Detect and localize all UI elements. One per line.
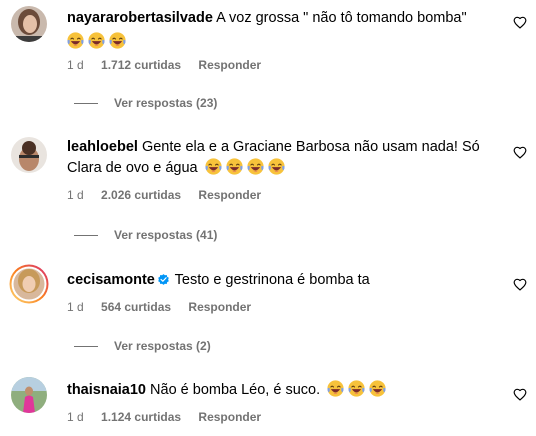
laughing-crying-emoji-icon (327, 380, 344, 397)
verified-badge-icon (158, 274, 169, 285)
comment-body: thaisnaia10 Não é bomba Léo, é suco. (67, 380, 497, 401)
laughing-crying-emoji-icon (348, 380, 365, 397)
view-replies-button[interactable]: Ver respostas (23) (74, 96, 217, 110)
likes-count[interactable]: 2.026 curtidas (101, 188, 181, 202)
comment-meta: 1 d 564 curtidas Responder (67, 300, 265, 314)
laughing-crying-emoji-icon (88, 32, 105, 49)
replies-divider (74, 346, 98, 348)
laughing-crying-emoji-icon (205, 158, 222, 175)
comment-meta: 1 d 2.026 curtidas Responder (67, 188, 275, 202)
comment-body: leahloebel Gente ela e a Graciane Barbos… (67, 137, 487, 179)
comment-body: nayararobertasilvade A voz grossa " não … (67, 8, 497, 53)
comment-meta: 1 d 1.124 curtidas Responder (67, 410, 275, 424)
username[interactable]: thaisnaia10 (67, 382, 146, 398)
reply-button[interactable]: Responder (198, 410, 261, 424)
view-replies-label: Ver respostas (2) (114, 339, 211, 353)
comment-meta: 1 d 1.712 curtidas Responder (67, 58, 275, 72)
timestamp: 1 d (67, 410, 84, 424)
view-replies-button[interactable]: Ver respostas (41) (74, 228, 217, 242)
username[interactable]: cecisamonte (67, 272, 155, 288)
replies-divider (74, 235, 98, 237)
comment-text: Não é bomba Léo, é suco. (150, 382, 321, 398)
likes-count[interactable]: 564 curtidas (101, 300, 171, 314)
username[interactable]: leahloebel (67, 139, 138, 155)
username[interactable]: nayararobertasilvade (67, 10, 213, 26)
laughing-crying-emoji-icon (67, 32, 84, 49)
likes-count[interactable]: 1.124 curtidas (101, 410, 181, 424)
laughing-crying-emoji-icon (369, 380, 386, 397)
reply-button[interactable]: Responder (198, 188, 261, 202)
timestamp: 1 d (67, 300, 84, 314)
view-replies-label: Ver respostas (41) (114, 228, 218, 242)
avatar[interactable] (11, 137, 47, 173)
avatar-with-story-ring[interactable] (9, 264, 49, 304)
timestamp: 1 d (67, 188, 84, 202)
laughing-crying-emoji-icon (226, 158, 243, 175)
replies-divider (74, 103, 98, 105)
laughing-crying-emoji-icon (109, 32, 126, 49)
comment-body: cecisamonte Testo e gestrinona é bomba t… (67, 270, 497, 291)
comment-text: A voz grossa " não tô tomando bomba" (216, 10, 467, 26)
heart-outline-icon[interactable] (513, 146, 527, 160)
laughing-crying-emoji-icon (268, 158, 285, 175)
emoji-row (67, 32, 497, 53)
heart-outline-icon[interactable] (513, 278, 527, 292)
reply-button[interactable]: Responder (198, 58, 261, 72)
timestamp: 1 d (67, 58, 84, 72)
comment-text: Testo e gestrinona é bomba ta (174, 272, 370, 288)
emoji-row (324, 382, 390, 398)
emoji-row (202, 160, 289, 176)
reply-button[interactable]: Responder (188, 300, 251, 314)
heart-outline-icon[interactable] (513, 388, 527, 402)
likes-count[interactable]: 1.712 curtidas (101, 58, 181, 72)
view-replies-button[interactable]: Ver respostas (2) (74, 339, 211, 353)
avatar[interactable] (11, 6, 47, 42)
view-replies-label: Ver respostas (23) (114, 96, 218, 110)
laughing-crying-emoji-icon (247, 158, 264, 175)
heart-outline-icon[interactable] (513, 16, 527, 30)
avatar[interactable] (11, 377, 47, 413)
